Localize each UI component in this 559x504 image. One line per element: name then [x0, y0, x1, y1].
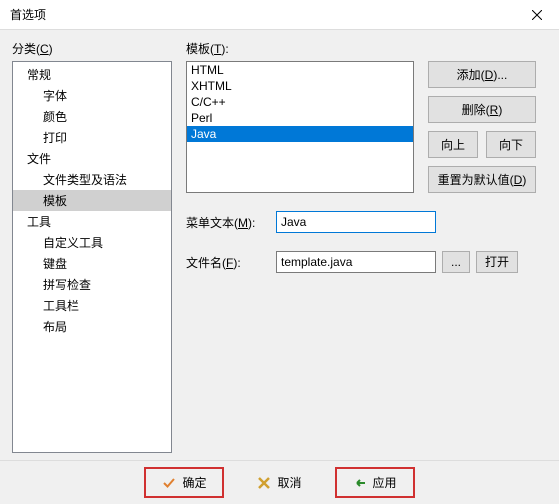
footer: 确定 取消 应用 — [0, 460, 559, 504]
window-title: 首选项 — [10, 6, 514, 23]
filename-label: 文件名(F): — [186, 254, 276, 271]
template-buttons: 添加(D)... 删除(R) 向上 向下 重置为默认值(D) — [428, 61, 536, 193]
apply-button[interactable]: 应用 — [335, 467, 415, 498]
tree-item[interactable]: 颜色 — [13, 106, 171, 127]
tree-item[interactable]: 常规 — [13, 64, 171, 85]
arrow-left-icon — [353, 476, 367, 490]
browse-button[interactable]: ... — [442, 251, 470, 273]
add-button[interactable]: 添加(D)... — [428, 61, 536, 88]
tree-item[interactable]: 模板 — [13, 190, 171, 211]
menutext-label: 菜单文本(M): — [186, 214, 276, 231]
titlebar: 首选项 — [0, 0, 559, 30]
cancel-button[interactable]: 取消 — [240, 468, 318, 497]
list-item[interactable]: Java — [187, 126, 413, 142]
template-label: 模板(T): — [186, 40, 547, 57]
tree-item[interactable]: 拼写检查 — [13, 274, 171, 295]
menutext-row: 菜单文本(M): — [186, 211, 547, 233]
tree-item[interactable]: 工具栏 — [13, 295, 171, 316]
list-item[interactable]: Perl — [187, 110, 413, 126]
category-tree[interactable]: 常规字体颜色打印文件文件类型及语法模板工具自定义工具键盘拼写检查工具栏布局 — [12, 61, 172, 453]
close-icon — [532, 10, 542, 20]
tree-item[interactable]: 工具 — [13, 211, 171, 232]
list-item[interactable]: HTML — [187, 62, 413, 78]
template-listbox[interactable]: HTMLXHTMLC/C++PerlJava — [186, 61, 414, 193]
tree-item[interactable]: 打印 — [13, 127, 171, 148]
tree-item[interactable]: 文件类型及语法 — [13, 169, 171, 190]
category-panel: 分类(C) 常规字体颜色打印文件文件类型及语法模板工具自定义工具键盘拼写检查工具… — [12, 40, 172, 460]
tree-item[interactable]: 文件 — [13, 148, 171, 169]
tree-item[interactable]: 自定义工具 — [13, 232, 171, 253]
x-icon — [257, 476, 271, 490]
list-item[interactable]: XHTML — [187, 78, 413, 94]
category-label: 分类(C) — [12, 40, 172, 57]
menutext-input[interactable] — [276, 211, 436, 233]
check-icon — [162, 476, 176, 490]
filename-row: 文件名(F): ... 打开 — [186, 251, 547, 273]
move-down-button[interactable]: 向下 — [486, 131, 536, 158]
filename-input[interactable] — [276, 251, 436, 273]
tree-item[interactable]: 布局 — [13, 316, 171, 337]
tree-item[interactable]: 键盘 — [13, 253, 171, 274]
list-item[interactable]: C/C++ — [187, 94, 413, 110]
template-panel: 模板(T): HTMLXHTMLC/C++PerlJava 添加(D)... 删… — [172, 40, 547, 460]
content-area: 分类(C) 常规字体颜色打印文件文件类型及语法模板工具自定义工具键盘拼写检查工具… — [0, 30, 559, 460]
reset-button[interactable]: 重置为默认值(D) — [428, 166, 536, 193]
open-button[interactable]: 打开 — [476, 251, 518, 273]
tree-item[interactable]: 字体 — [13, 85, 171, 106]
ok-button[interactable]: 确定 — [144, 467, 224, 498]
move-up-button[interactable]: 向上 — [428, 131, 478, 158]
delete-button[interactable]: 删除(R) — [428, 96, 536, 123]
close-button[interactable] — [514, 0, 559, 30]
